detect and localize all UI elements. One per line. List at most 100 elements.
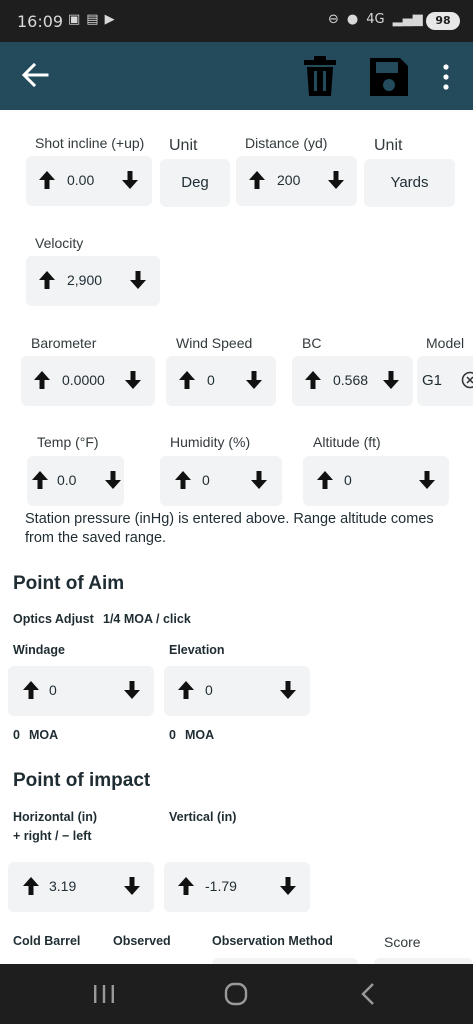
observed-label: Observed bbox=[113, 934, 171, 948]
humidity-stepper[interactable]: 0 bbox=[160, 456, 282, 506]
status-bar: 16:09 ▣ ▤ ▶ ⊖ ● 4G ▂▄▆ 98 bbox=[0, 0, 473, 42]
decrement-arrow-icon[interactable] bbox=[327, 170, 345, 190]
horizontal-value[interactable]: 3.19 bbox=[49, 878, 76, 894]
altitude-stepper[interactable]: 0 bbox=[303, 456, 449, 506]
pressure-note: Station pressure (inHg) is entered above… bbox=[25, 511, 434, 546]
save-icon[interactable] bbox=[370, 58, 408, 96]
elevation-value[interactable]: 0 bbox=[205, 682, 213, 698]
increment-arrow-icon[interactable] bbox=[304, 370, 322, 390]
incline-label: Shot incline (+up) bbox=[35, 135, 145, 151]
temp-value[interactable]: 0.0 bbox=[57, 472, 76, 488]
elevation-moa-unit: MOA bbox=[185, 728, 215, 742]
increment-arrow-icon[interactable] bbox=[31, 470, 49, 490]
velocity-value[interactable]: 2,900 bbox=[67, 272, 102, 288]
back-arrow-icon[interactable] bbox=[20, 60, 50, 90]
signal-icon: ▂▄▆ bbox=[392, 12, 423, 27]
decrement-arrow-icon[interactable] bbox=[124, 370, 142, 390]
cold-barrel-label: Cold Barrel bbox=[13, 934, 81, 948]
wind-speed-stepper[interactable]: 0 bbox=[166, 356, 276, 406]
point-of-impact-title: Point of impact bbox=[13, 770, 151, 791]
velocity-stepper[interactable]: 2,900 bbox=[26, 256, 160, 306]
increment-arrow-icon[interactable] bbox=[22, 876, 40, 896]
increment-arrow-icon[interactable] bbox=[38, 270, 56, 290]
increment-arrow-icon[interactable] bbox=[316, 470, 334, 490]
windage-label: Windage bbox=[13, 643, 65, 657]
system-icons: ⊖ ● 4G ▂▄▆ bbox=[328, 12, 423, 27]
more-vert-icon[interactable] bbox=[440, 64, 452, 90]
horizontal-hint: + right / − left bbox=[13, 829, 92, 843]
back-nav-icon[interactable] bbox=[358, 982, 378, 1006]
elevation-stepper[interactable]: 0 bbox=[164, 666, 310, 716]
decrement-arrow-icon[interactable] bbox=[250, 470, 268, 490]
decrement-arrow-icon[interactable] bbox=[382, 370, 400, 390]
recent-apps-icon[interactable] bbox=[92, 983, 116, 1005]
humidity-value[interactable]: 0 bbox=[202, 472, 210, 488]
horizontal-stepper[interactable]: 3.19 bbox=[8, 862, 154, 912]
vertical-label: Vertical (in) bbox=[169, 810, 237, 824]
observation-method-label: Observation Method bbox=[212, 934, 333, 948]
model-label: Model bbox=[426, 335, 465, 351]
decrement-arrow-icon[interactable] bbox=[123, 680, 141, 700]
altitude-label: Altitude (ft) bbox=[313, 434, 381, 450]
incline-stepper[interactable]: 0.00 bbox=[26, 156, 152, 206]
system-nav-bar bbox=[0, 964, 473, 1024]
increment-arrow-icon[interactable] bbox=[38, 170, 56, 190]
status-time: 16:09 bbox=[17, 12, 64, 31]
increment-arrow-icon[interactable] bbox=[178, 370, 196, 390]
elevation-moa-value: 0 bbox=[169, 728, 176, 742]
increment-arrow-icon[interactable] bbox=[22, 680, 40, 700]
elevation-label: Elevation bbox=[169, 643, 225, 657]
decrement-arrow-icon[interactable] bbox=[418, 470, 436, 490]
decrement-arrow-icon[interactable] bbox=[121, 170, 139, 190]
wind-speed-label: Wind Speed bbox=[176, 335, 253, 351]
home-icon[interactable] bbox=[224, 982, 248, 1006]
windage-stepper[interactable]: 0 bbox=[8, 666, 154, 716]
trash-icon[interactable] bbox=[302, 56, 338, 96]
wind-speed-value[interactable]: 0 bbox=[207, 372, 215, 388]
vertical-value[interactable]: -1.79 bbox=[205, 878, 237, 894]
horizontal-label: Horizontal (in) bbox=[13, 810, 98, 824]
network-label: 4G bbox=[366, 12, 385, 27]
velocity-label: Velocity bbox=[35, 235, 84, 251]
clear-icon[interactable] bbox=[461, 371, 473, 389]
incline-unit-label: Unit bbox=[169, 137, 198, 154]
barometer-value[interactable]: 0.0000 bbox=[62, 372, 105, 388]
increment-arrow-icon[interactable] bbox=[33, 370, 51, 390]
incline-unit-select[interactable]: Deg bbox=[160, 159, 230, 207]
decrement-arrow-icon[interactable] bbox=[123, 876, 141, 896]
barometer-stepper[interactable]: 0.0000 bbox=[21, 356, 155, 406]
increment-arrow-icon[interactable] bbox=[248, 170, 266, 190]
windage-moa-value: 0 bbox=[13, 728, 20, 742]
distance-unit-select[interactable]: Yards bbox=[364, 159, 455, 207]
increment-arrow-icon[interactable] bbox=[174, 470, 192, 490]
model-value[interactable]: G1 bbox=[422, 372, 442, 389]
altitude-value[interactable]: 0 bbox=[344, 472, 352, 488]
decrement-arrow-icon[interactable] bbox=[129, 270, 147, 290]
windage-value[interactable]: 0 bbox=[49, 682, 57, 698]
bc-stepper[interactable]: 0.568 bbox=[292, 356, 413, 406]
decrement-arrow-icon[interactable] bbox=[245, 370, 263, 390]
link-icon: ⊖ bbox=[328, 12, 339, 27]
location-icon: ● bbox=[346, 12, 359, 27]
temp-stepper[interactable]: 0.0 bbox=[27, 456, 124, 506]
notification-icons: ▣ ▤ ▶ bbox=[68, 12, 115, 27]
battery-icon: 98 bbox=[426, 12, 460, 30]
bc-value[interactable]: 0.568 bbox=[333, 372, 368, 388]
decrement-arrow-icon[interactable] bbox=[279, 876, 297, 896]
distance-value[interactable]: 200 bbox=[277, 172, 300, 188]
distance-stepper[interactable]: 200 bbox=[236, 156, 357, 206]
distance-unit-label: Unit bbox=[374, 137, 403, 154]
bc-label: BC bbox=[302, 335, 322, 351]
increment-arrow-icon[interactable] bbox=[177, 876, 195, 896]
vertical-stepper[interactable]: -1.79 bbox=[164, 862, 310, 912]
screenshot-icon: ▣ bbox=[68, 12, 81, 27]
incline-value[interactable]: 0.00 bbox=[67, 172, 94, 188]
decrement-arrow-icon[interactable] bbox=[279, 680, 297, 700]
increment-arrow-icon[interactable] bbox=[177, 680, 195, 700]
optics-adjust-label: Optics Adjust bbox=[13, 612, 94, 626]
model-select[interactable]: G1 bbox=[417, 356, 473, 406]
distance-label: Distance (yd) bbox=[245, 135, 328, 151]
decrement-arrow-icon[interactable] bbox=[104, 470, 122, 490]
barometer-label: Barometer bbox=[31, 335, 97, 351]
optics-adjust-value[interactable]: 1/4 MOA / click bbox=[103, 612, 191, 626]
